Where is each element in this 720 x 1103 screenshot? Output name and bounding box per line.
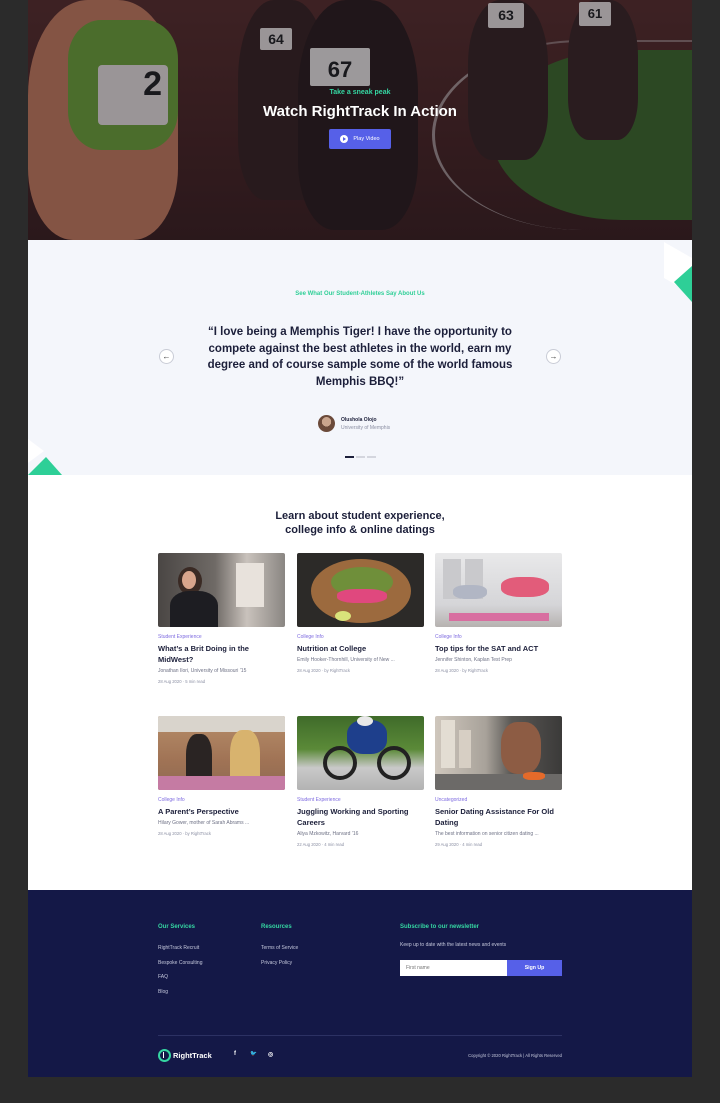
- footer-resources-heading: Resources: [261, 924, 292, 930]
- signup-button[interactable]: Sign Up: [507, 960, 562, 976]
- play-video-label: Play Video: [353, 136, 380, 142]
- play-icon: [340, 135, 349, 143]
- article-card[interactable]: Student Experience What’s a Brit Doing i…: [158, 553, 285, 684]
- slider-dot[interactable]: [356, 456, 365, 458]
- article-author: The best information on senior citizen d…: [435, 831, 539, 837]
- copyright-text: Copyright © 2020 RightTrack | All Rights…: [468, 1053, 562, 1058]
- article-category[interactable]: College Info: [158, 797, 285, 803]
- article-author: Hilary Gower, mother of Sarah Abrams ...: [158, 820, 250, 826]
- testimonial-author: Olushola Olojo University of Memphis: [318, 415, 390, 432]
- article-image[interactable]: [158, 716, 285, 790]
- footer-link-consulting[interactable]: Bespoke Consulting: [158, 960, 202, 966]
- article-meta: 29 Aug 2020 · 4 min read: [435, 842, 483, 847]
- footer-services-heading: Our Services: [158, 924, 196, 930]
- decorative-shape: [28, 439, 62, 475]
- hero-tagline: Take a sneak peak: [329, 89, 391, 96]
- slider-dots: [345, 456, 376, 458]
- article-date: 28 Aug 2020: [158, 831, 182, 836]
- article-category[interactable]: College Info: [435, 634, 562, 640]
- article-card[interactable]: Student Experience Juggling Working and …: [297, 716, 424, 847]
- hero-video-banner: 2 64 67 63 61 Take a sneak peak Watch Ri…: [28, 0, 692, 240]
- article-meta: 28 Aug 2020 · 5 min read: [158, 679, 206, 684]
- article-author: Jonathan Ilori, University of Missouri ’…: [158, 668, 247, 674]
- logo[interactable]: RightTrack: [158, 1049, 212, 1062]
- article-image[interactable]: [435, 716, 562, 790]
- article-title[interactable]: What’s a Brit Doing in the MidWest?: [158, 643, 285, 665]
- arrow-right-icon[interactable]: →: [546, 349, 561, 364]
- author-school: University of Memphis: [341, 424, 391, 431]
- footer-link-recruit[interactable]: RightTrack Recruit: [158, 945, 199, 951]
- articles-heading-line: Learn about student experience,: [275, 510, 445, 522]
- article-date: 28 Aug 2020: [297, 668, 321, 673]
- articles-heading-line: college info & online datings: [285, 524, 435, 536]
- article-date: 22 Aug 2020: [297, 842, 321, 847]
- article-title[interactable]: Juggling Working and Sporting Careers: [297, 806, 424, 828]
- article-image[interactable]: [158, 553, 285, 627]
- hero-title: Watch RightTrack In Action: [263, 103, 457, 120]
- article-meta: 22 Aug 2020 · 4 min read: [297, 842, 345, 847]
- article-extra: by RightTrack: [324, 668, 350, 673]
- article-author: Jennifer Shinton, Kaplan Test Prep: [435, 657, 512, 663]
- article-meta: 28 Aug 2020 · by RightTrack: [435, 668, 488, 673]
- logo-text: RightTrack: [173, 1051, 212, 1060]
- footer-link-terms[interactable]: Terms of Service: [261, 945, 298, 951]
- article-extra: by RightTrack: [185, 831, 211, 836]
- article-meta: 28 Aug 2020 · by RightTrack: [297, 668, 350, 673]
- article-extra: 5 min read: [185, 679, 206, 684]
- article-date: 28 Aug 2020: [158, 679, 182, 684]
- avatar: [318, 415, 335, 432]
- testimonial-tagline: See What Our Student-Athletes Say About …: [295, 291, 425, 297]
- logo-icon: [158, 1049, 171, 1062]
- article-extra: by RightTrack: [462, 668, 488, 673]
- newsletter-heading: Subscribe to our newsletter: [400, 924, 480, 930]
- testimonial-quote: “I love being a Memphis Tiger! I have th…: [207, 326, 513, 388]
- article-image[interactable]: [297, 553, 424, 627]
- newsletter-text: Keep up to date with the latest news and…: [400, 942, 507, 948]
- newsletter-name-input[interactable]: [400, 960, 507, 976]
- article-title[interactable]: A Parent’s Perspective: [158, 806, 285, 817]
- article-extra: 4 min read: [324, 842, 345, 847]
- article-author: Aliya Mzkowitz, Harvard ’16: [297, 831, 359, 837]
- slider-dot[interactable]: [367, 456, 376, 458]
- article-image[interactable]: [297, 716, 424, 790]
- article-title[interactable]: Nutrition at College: [297, 643, 424, 654]
- article-image[interactable]: [435, 553, 562, 627]
- article-date: 28 Aug 2020: [435, 668, 459, 673]
- footer-link-faq[interactable]: FAQ: [158, 974, 168, 980]
- article-meta: 28 Aug 2020 · by RightTrack: [158, 831, 211, 836]
- play-video-button[interactable]: Play Video: [329, 129, 391, 149]
- footer: [28, 890, 692, 1077]
- article-category[interactable]: Uncategorized: [435, 797, 562, 803]
- slider-dot[interactable]: [345, 456, 354, 458]
- article-extra: 4 min read: [462, 842, 483, 847]
- article-date: 29 Aug 2020: [435, 842, 459, 847]
- footer-divider: [158, 1035, 562, 1036]
- articles-heading: Learn about student experience, college …: [28, 509, 692, 537]
- article-card[interactable]: College Info Top tips for the SAT and AC…: [435, 553, 562, 673]
- article-card[interactable]: College Info A Parent’s Perspective Hila…: [158, 716, 285, 836]
- article-category[interactable]: College Info: [297, 634, 424, 640]
- arrow-left-icon[interactable]: ←: [159, 349, 174, 364]
- testimonial-section: See What Our Student-Athletes Say About …: [28, 240, 692, 475]
- page: 2 64 67 63 61 Take a sneak peak Watch Ri…: [28, 0, 692, 1077]
- article-author: Emily Hooker-Thornhill, University of Ne…: [297, 657, 395, 663]
- author-name: Olushola Olojo: [341, 416, 377, 423]
- article-title[interactable]: Senior Dating Assistance For Old Dating: [435, 806, 562, 828]
- footer-link-blog[interactable]: Blog: [158, 989, 168, 995]
- facebook-icon[interactable]: f: [234, 1051, 236, 1057]
- article-card[interactable]: Uncategorized Senior Dating Assistance F…: [435, 716, 562, 847]
- article-card[interactable]: College Info Nutrition at College Emily …: [297, 553, 424, 673]
- instagram-icon[interactable]: ◎: [268, 1051, 273, 1058]
- article-category[interactable]: Student Experience: [297, 797, 424, 803]
- twitter-icon[interactable]: 🐦: [250, 1051, 257, 1057]
- footer-link-privacy[interactable]: Privacy Policy: [261, 960, 292, 966]
- article-title[interactable]: Top tips for the SAT and ACT: [435, 643, 562, 654]
- article-category[interactable]: Student Experience: [158, 634, 285, 640]
